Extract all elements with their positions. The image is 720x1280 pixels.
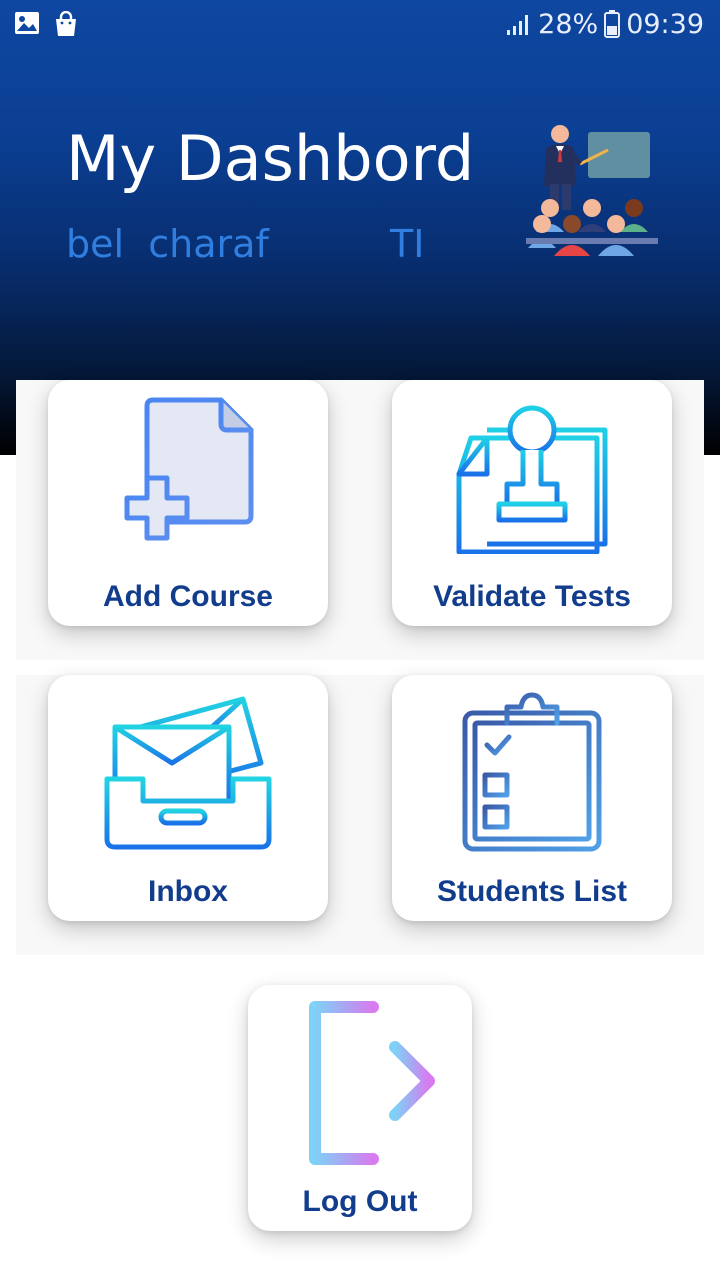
user-group: TI xyxy=(390,222,425,266)
battery-icon xyxy=(604,10,621,38)
log-out-label: Log Out xyxy=(302,1185,418,1218)
validate-tests-label: Validate Tests xyxy=(433,580,631,613)
clipboard-checklist-icon xyxy=(462,692,602,852)
students-list-label: Students List xyxy=(436,875,627,908)
battery-percent: 28% xyxy=(538,8,599,40)
add-document-icon xyxy=(124,397,254,541)
add-course-label: Add Course xyxy=(102,580,273,613)
page-title: My Dashbord xyxy=(66,122,475,195)
teacher-classroom-icon xyxy=(526,125,658,256)
inbox-label: Inbox xyxy=(148,875,228,908)
students-list-card[interactable]: Students List xyxy=(392,675,672,921)
inbox-tray-icon xyxy=(104,696,272,850)
log-out-card[interactable]: Log Out xyxy=(248,985,472,1231)
add-course-card[interactable]: Add Course xyxy=(48,380,328,626)
shopping-bag-icon xyxy=(56,11,76,36)
clock-time: 09:39 xyxy=(626,8,704,40)
validate-tests-card[interactable]: Validate Tests xyxy=(392,380,672,626)
stamp-document-icon xyxy=(456,405,608,554)
user-name: bel charaf xyxy=(66,222,269,266)
image-icon xyxy=(15,12,39,34)
logout-arrow-icon xyxy=(309,1001,435,1165)
inbox-card[interactable]: Inbox xyxy=(48,675,328,921)
signal-icon xyxy=(507,15,529,35)
status-bar: 28% 09:39 xyxy=(0,0,720,48)
